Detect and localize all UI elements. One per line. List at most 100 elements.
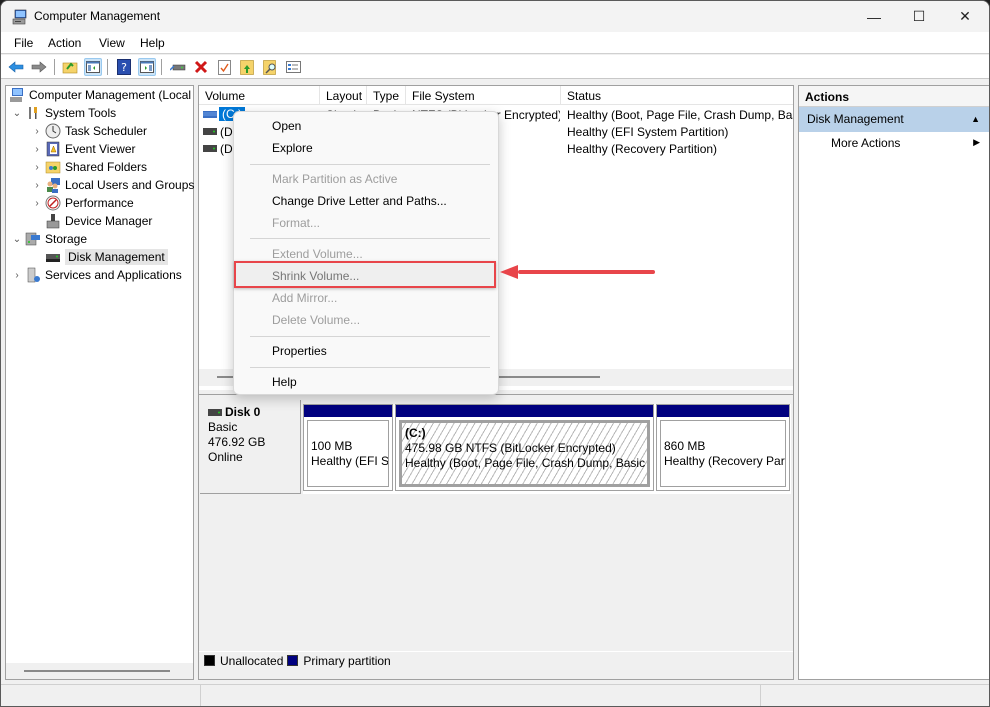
help-icon[interactable]: ? [115,58,133,76]
list-view-icon[interactable] [284,58,302,76]
menu-item-change-drive-letter[interactable]: Change Drive Letter and Paths... [238,191,494,213]
legend-swatch-primary [287,655,299,666]
menu-item-delete-volume: Delete Volume... [272,313,361,327]
chevron-right-icon[interactable]: › [31,126,43,137]
users-icon [47,178,60,193]
close-button[interactable]: ✕ [942,1,988,32]
chevron-right-icon[interactable]: › [31,162,43,173]
tree-item-label: Shared Folders [65,160,148,174]
maximize-button[interactable]: ☐ [896,1,942,32]
legend: Unallocated Primary partition [199,651,793,669]
partition-efi[interactable]: 100 MB Healthy (EFI Sy [303,404,393,491]
chevron-right-icon[interactable]: › [11,270,23,281]
partition-recovery[interactable]: 860 MB Healthy (Recovery Part [656,404,790,491]
tree-horizontal-scrollbar[interactable] [6,663,193,679]
svg-text:?: ? [121,61,127,74]
column-header-layout[interactable]: Layout [320,86,367,105]
tree-item-services-applications[interactable]: › Services and Applications [11,266,182,284]
title-bar: Computer Management — ☐ ✕ [1,1,989,32]
chevron-right-icon[interactable]: › [31,144,43,155]
tree-item-storage[interactable]: ⌄ Storage [11,230,87,248]
partition-status: Healthy (EFI Sy [311,454,389,468]
chevron-right-icon[interactable]: › [31,198,43,209]
partition-c[interactable]: (C:) 475.98 GB NTFS (BitLocker Encrypted… [395,404,654,491]
folder-up-icon[interactable] [238,58,256,76]
disk-info[interactable]: Disk 0 Basic 476.92 GB Online [200,400,301,494]
scrollbar-thumb[interactable] [24,670,170,672]
menu-separator [250,367,490,368]
disk-state: Online [208,450,243,464]
tree-item-label: Computer Management (Local [29,88,192,102]
show-hide-console-tree-icon[interactable] [84,58,102,76]
chevron-down-icon[interactable]: ⌄ [11,108,23,119]
services-icon [27,267,40,283]
menu-help[interactable]: Help [140,36,165,50]
tree-item-shared-folders[interactable]: › Shared Folders [31,158,147,176]
clock-icon [45,123,61,139]
menu-separator [250,238,490,239]
volume-status: Healthy (EFI System Partition) [567,125,729,139]
primary-partition-bar [657,405,789,417]
disk-icon [203,145,217,152]
column-header-file-system[interactable]: File System [406,86,561,105]
tree-item-task-scheduler[interactable]: › Task Scheduler [31,122,147,140]
column-header-volume[interactable]: Volume [199,86,320,105]
action-label: More Actions [831,136,901,150]
connect-disk-icon[interactable] [169,58,187,76]
tree-item-event-viewer[interactable]: › Event Viewer [31,140,135,158]
forward-icon[interactable] [30,58,48,76]
legend-label-unallocated: Unallocated [220,653,284,668]
menu-item-explore[interactable]: Explore [238,138,494,160]
tree-item-computer-management[interactable]: Computer Management (Local [9,86,191,104]
folder-search-icon[interactable] [261,58,279,76]
menu-separator [250,336,490,337]
partition-title: (C:) [405,426,426,440]
primary-partition-bar [396,405,653,417]
menu-item-properties[interactable]: Properties [238,341,494,363]
partition-body-selected: (C:) 475.98 GB NTFS (BitLocker Encrypted… [399,420,650,487]
disk-name-row: Disk 0 [208,405,292,420]
up-folder-icon[interactable] [61,58,79,76]
show-hide-action-pane-icon[interactable] [138,58,156,76]
volume-list-header: Volume Layout Type File System Status [199,86,793,105]
tree-item-local-users-groups[interactable]: › Local Users and Groups [31,176,194,194]
menu-item-format: Format... [272,216,321,230]
toolbar-separator [54,59,55,75]
partition-body: 860 MB Healthy (Recovery Part [660,420,786,487]
action-more-actions[interactable]: More Actions ▶ [799,132,989,154]
tree-item-device-manager[interactable]: Device Manager [43,212,152,230]
chevron-down-icon[interactable]: ⌄ [11,234,23,245]
menu-item-help[interactable]: Help [238,372,494,394]
delete-icon[interactable] [192,58,210,76]
toolbar: ? [1,55,989,79]
device-manager-icon [46,214,60,229]
menu-file[interactable]: File [14,36,33,50]
properties-check-icon[interactable] [215,58,233,76]
computer-icon [10,88,23,102]
menu-item-open[interactable]: Open [238,116,494,138]
menu-action[interactable]: Action [48,36,81,50]
tree-item-label: Services and Applications [45,268,182,282]
tree-item-performance[interactable]: › Performance [31,194,134,212]
minimize-button[interactable]: — [851,1,897,32]
column-header-type[interactable]: Type [367,86,406,105]
primary-partition-bar [304,405,392,417]
annotation-highlight-box [234,261,496,288]
disk-icon [203,128,217,135]
computer-management-app-icon [12,9,27,25]
disk-type: Basic [208,420,238,434]
menu-view[interactable]: View [99,36,125,50]
tree-item-label: Performance [65,196,134,210]
collapse-up-icon[interactable]: ▲ [971,114,980,124]
legend-label-primary: Primary partition [303,653,391,668]
chevron-right-icon[interactable]: › [31,180,43,191]
tree-item-disk-management[interactable]: Disk Management [43,248,168,266]
performance-icon [45,195,61,211]
actions-section-disk-management[interactable]: Disk Management ▲ [799,107,989,132]
tree-item-system-tools[interactable]: ⌄ System Tools [11,104,116,122]
partition-status: Healthy (Boot, Page File, Crash Dump, Ba… [405,456,650,470]
back-icon[interactable] [7,58,25,76]
actions-pane: Actions Disk Management ▲ More Actions ▶ [798,85,989,680]
volume-status: Healthy (Recovery Partition) [567,142,718,156]
column-header-status[interactable]: Status [561,86,793,105]
